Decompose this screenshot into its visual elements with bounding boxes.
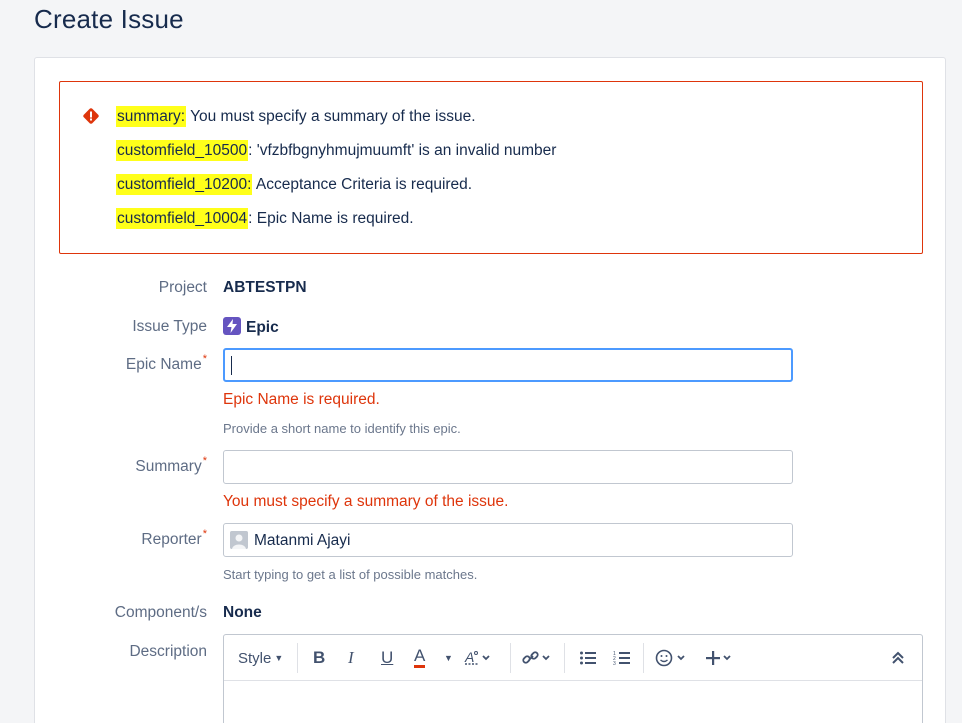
required-mark: *: [202, 528, 207, 540]
issue-type-value: Epic: [223, 317, 279, 337]
reporter-value: Matanmi Ajayi: [254, 532, 351, 549]
error-field-name: customfield_10500: [116, 140, 249, 161]
error-line: customfield_10500: 'vfzbfbgnyhmujmuumft'…: [116, 140, 557, 161]
create-issue-form: summary: You must specify a summary of t…: [34, 57, 946, 723]
required-mark: *: [202, 353, 207, 365]
required-mark: *: [202, 455, 207, 467]
error-message: You must specify a summary of the issue.: [186, 108, 476, 125]
error-line: summary: You must specify a summary of t…: [116, 106, 476, 127]
summary-input[interactable]: [223, 450, 793, 484]
insert-more-icon[interactable]: [705, 647, 737, 669]
error-line: customfield_10004: Epic Name is required…: [116, 208, 414, 229]
error-message: : 'vfzbfbgnyhmujmuumft' is an invalid nu…: [248, 142, 557, 159]
collapse-toolbar-icon[interactable]: [891, 647, 905, 669]
error-field-name: summary:: [116, 106, 187, 127]
toolbar-divider: [297, 643, 298, 673]
epic-name-help: Provide a short name to identify this ep…: [223, 421, 461, 436]
project-value: ABTESTPN: [223, 279, 307, 296]
epic-name-error: Epic Name is required.: [223, 391, 380, 408]
error-summary-box: summary: You must specify a summary of t…: [59, 81, 923, 254]
toolbar-divider: [564, 643, 565, 673]
epic-name-input[interactable]: [223, 348, 793, 382]
reporter-input[interactable]: Matanmi Ajayi: [223, 523, 793, 557]
project-label: Project: [158, 279, 207, 296]
reporter-help: Start typing to get a list of possible m…: [223, 567, 478, 582]
svg-text:3: 3: [613, 661, 616, 666]
reporter-label-text: Reporter: [141, 531, 202, 548]
underline-button[interactable]: U: [381, 647, 393, 669]
components-label: Component/s: [114, 604, 207, 621]
error-field-name: customfield_10004: [116, 208, 249, 229]
page-title: Create Issue: [34, 4, 184, 34]
style-dropdown-label: Style: [238, 649, 272, 667]
editor-toolbar: Style ▼ B I U A ▼ A 123: [224, 635, 922, 681]
components-value: None: [223, 604, 262, 621]
epic-name-label-text: Epic Name: [125, 356, 202, 373]
text-color-button[interactable]: A: [414, 646, 426, 668]
description-editor[interactable]: Style ▼ B I U A ▼ A 123: [223, 634, 923, 723]
style-dropdown[interactable]: Style ▼: [238, 647, 283, 669]
bullet-list-icon[interactable]: [579, 647, 597, 669]
emoji-icon[interactable]: [655, 647, 689, 669]
chevron-down-icon: ▼: [274, 653, 284, 663]
text-color-chevron-icon[interactable]: ▼: [441, 647, 453, 669]
error-line: customfield_10200: Acceptance Criteria i…: [116, 174, 473, 195]
toolbar-divider: [510, 643, 511, 673]
italic-button[interactable]: I: [348, 647, 354, 669]
error-message: : Epic Name is required.: [248, 210, 414, 227]
reporter-label: Reporter*: [141, 528, 207, 549]
epic-lightning-icon: [223, 317, 241, 335]
more-formatting-icon[interactable]: A: [464, 647, 492, 669]
epic-name-label: Epic Name*: [125, 353, 207, 374]
issue-type-text: Epic: [246, 319, 279, 336]
numbered-list-icon[interactable]: 123: [613, 647, 631, 669]
error-message: Acceptance Criteria is required.: [252, 176, 473, 193]
bold-button[interactable]: B: [313, 647, 325, 669]
text-cursor: [231, 356, 232, 375]
svg-text:A: A: [464, 649, 474, 665]
avatar: [230, 531, 248, 549]
error-icon: [83, 108, 99, 124]
issue-type-label: Issue Type: [132, 318, 207, 335]
summary-error: You must specify a summary of the issue.: [223, 493, 509, 510]
description-label: Description: [129, 643, 207, 660]
link-icon[interactable]: [522, 647, 552, 669]
summary-label: Summary*: [135, 455, 207, 476]
error-field-name: customfield_10200:: [116, 174, 253, 195]
toolbar-divider: [643, 643, 644, 673]
summary-label-text: Summary: [135, 458, 202, 475]
